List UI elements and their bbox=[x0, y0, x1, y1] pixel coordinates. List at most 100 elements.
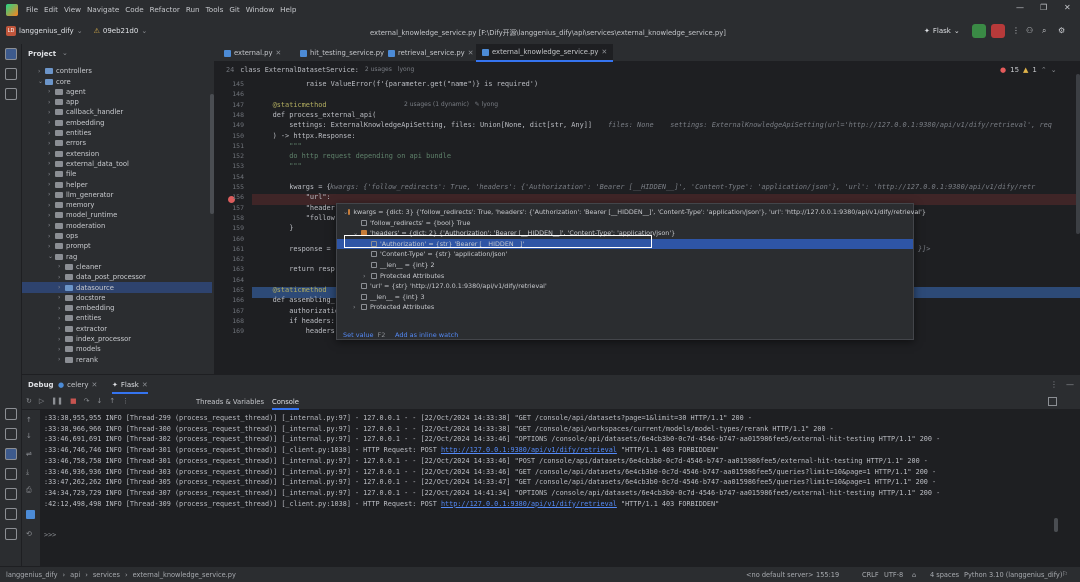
tree-item[interactable]: ›embedding bbox=[22, 303, 212, 314]
chevron-right-icon[interactable]: › bbox=[58, 356, 65, 363]
variable-row[interactable]: 'url' = {str} 'http://127.0.0.1:9380/api… bbox=[337, 281, 913, 291]
menu-item-code[interactable]: Code bbox=[125, 5, 143, 14]
variable-row[interactable]: __len__ = {int} 3 bbox=[337, 292, 913, 302]
tree-item[interactable]: ›helper bbox=[22, 179, 212, 190]
tree-item[interactable]: ›external_data_tool bbox=[22, 159, 212, 170]
variable-row[interactable]: 'Content-Type' = {str} 'application/json… bbox=[337, 249, 913, 259]
interpreter-selector[interactable]: Python 3.10 (langgenius_dify) bbox=[964, 571, 1062, 579]
breadcrumb-item[interactable]: external_knowledge_service.py bbox=[133, 571, 236, 579]
code-line[interactable]: "header bbox=[256, 204, 335, 212]
breadcrumb-item[interactable]: langgenius_dify bbox=[6, 571, 58, 579]
chevron-right-icon[interactable]: › bbox=[58, 294, 65, 301]
stop-icon[interactable]: ■ bbox=[70, 397, 77, 405]
variable-row[interactable]: ›Protected Attributes bbox=[337, 271, 913, 281]
lock-icon[interactable]: ⌂ bbox=[912, 571, 916, 579]
menu-item-file[interactable]: File bbox=[26, 5, 38, 14]
menu-item-navigate[interactable]: Navigate bbox=[87, 5, 119, 14]
tree-item[interactable]: ›model_runtime bbox=[22, 210, 212, 221]
add-inline-watch-link[interactable]: Add as inline watch bbox=[395, 331, 458, 339]
print-icon[interactable]: ⎙ bbox=[26, 486, 32, 495]
menu-item-edit[interactable]: Edit bbox=[44, 5, 58, 14]
code-line[interactable]: return resp bbox=[256, 265, 335, 273]
project-tool-icon[interactable] bbox=[5, 48, 17, 60]
code-line[interactable]: response = bbox=[256, 245, 335, 253]
debug-tab-celery[interactable]: ●celery✕ bbox=[58, 381, 97, 389]
breadcrumb-item[interactable]: services bbox=[93, 571, 120, 579]
tree-item[interactable]: ›models bbox=[22, 344, 212, 355]
cursor-position[interactable]: 155:19 bbox=[816, 571, 839, 579]
chevron-right-icon[interactable]: › bbox=[58, 325, 65, 332]
variable-row[interactable]: ⌄kwargs = {dict: 3} {'follow_redirects':… bbox=[337, 207, 913, 217]
maximize-icon[interactable]: ❐ bbox=[1040, 3, 1047, 12]
debug-tab-flask[interactable]: ✦Flask✕ bbox=[112, 381, 148, 394]
python-console-icon[interactable] bbox=[26, 510, 35, 519]
close-icon[interactable]: ✕ bbox=[142, 381, 148, 389]
menu-item-tools[interactable]: Tools bbox=[206, 5, 224, 14]
chevron-down-icon[interactable]: ⌄ bbox=[62, 49, 68, 57]
chevron-right-icon[interactable]: › bbox=[58, 274, 65, 281]
menu-item-git[interactable]: Git bbox=[229, 5, 239, 14]
tree-item[interactable]: ›cleaner bbox=[22, 262, 212, 273]
add-user-icon[interactable]: ⚇ bbox=[1026, 26, 1033, 35]
variable-row[interactable]: 'follow_redirects' = {bool} True bbox=[337, 218, 913, 228]
tab-threads-variables[interactable]: Threads & Variables bbox=[196, 398, 264, 406]
minimize-icon[interactable]: — bbox=[1066, 380, 1074, 389]
code-line[interactable]: "url": bbox=[256, 193, 335, 201]
tree-item[interactable]: ›entities bbox=[22, 128, 212, 139]
step-into-icon[interactable]: ↓ bbox=[97, 397, 103, 405]
close-icon[interactable]: ✕ bbox=[92, 381, 98, 389]
tree-item[interactable]: ⌄rag bbox=[22, 251, 212, 262]
tree-item[interactable]: ›docstore bbox=[22, 293, 212, 304]
soft-wrap-icon[interactable]: ⇌ bbox=[26, 450, 32, 458]
chevron-right-icon[interactable]: › bbox=[48, 233, 55, 240]
code-line[interactable]: raise ValueError(f'{parameter.get("name"… bbox=[256, 80, 538, 88]
code-line[interactable]: if headers: bbox=[256, 317, 335, 325]
chevron-right-icon[interactable]: › bbox=[58, 346, 65, 353]
indent-setting[interactable]: 4 spaces bbox=[930, 571, 959, 579]
code-line[interactable]: ) -> httpx.Response: bbox=[256, 132, 356, 140]
resume-icon[interactable]: ▷ bbox=[39, 397, 44, 405]
git-icon[interactable] bbox=[5, 528, 17, 540]
notifications-icon[interactable]: ⚐ bbox=[1062, 570, 1068, 578]
chevron-right-icon[interactable]: › bbox=[48, 212, 55, 219]
chevron-right-icon[interactable]: › bbox=[58, 336, 65, 343]
tree-item[interactable]: ›memory bbox=[22, 200, 212, 211]
chevron-right-icon[interactable]: › bbox=[48, 171, 55, 178]
gear-icon[interactable]: ⚙ bbox=[1058, 26, 1065, 35]
chevron-right-icon[interactable]: › bbox=[48, 140, 55, 147]
tree-item[interactable]: ›rerank bbox=[22, 354, 212, 365]
tree-item[interactable]: ›extractor bbox=[22, 324, 212, 335]
chevron-right-icon[interactable]: › bbox=[58, 284, 65, 291]
code-line[interactable]: } bbox=[256, 224, 293, 232]
code-line[interactable]: def process_external_api( bbox=[256, 111, 376, 119]
menu-item-refactor[interactable]: Refactor bbox=[150, 5, 180, 14]
tree-item[interactable]: ›llm_generator bbox=[22, 190, 212, 201]
line-separator[interactable]: CRLF bbox=[862, 571, 879, 579]
chevron-right-icon[interactable]: › bbox=[58, 263, 65, 270]
tab-console[interactable]: Console bbox=[272, 398, 299, 410]
editor-scrollbar[interactable] bbox=[1076, 74, 1080, 234]
debug-tool-icon[interactable] bbox=[5, 448, 17, 460]
tree-item[interactable]: ›data_post_processor bbox=[22, 272, 212, 283]
tree-item[interactable]: ›prompt bbox=[22, 241, 212, 252]
log-link[interactable]: http://127.0.0.1:9380/api/v1/dify/retrie… bbox=[441, 500, 617, 508]
run-tool-icon[interactable] bbox=[5, 468, 17, 480]
more-actions-icon[interactable]: ⋮ bbox=[1012, 26, 1020, 35]
file-encoding[interactable]: UTF-8 bbox=[884, 571, 903, 579]
chevron-right-icon[interactable]: › bbox=[48, 243, 55, 250]
tree-item[interactable]: ›index_processor bbox=[22, 334, 212, 345]
chevron-right-icon[interactable]: › bbox=[48, 119, 55, 126]
python-packages-icon[interactable] bbox=[5, 408, 17, 420]
tree-item[interactable]: ›app bbox=[22, 97, 212, 108]
chevron-down-icon[interactable]: ⌄ bbox=[48, 253, 55, 260]
chevron-right-icon[interactable]: › bbox=[58, 315, 65, 322]
rerun-icon[interactable]: ↻ bbox=[26, 397, 32, 405]
tree-item[interactable]: ⌄core bbox=[22, 76, 212, 87]
code-hint[interactable]: 2 usages (1 dynamic) ✎ lyong bbox=[404, 101, 498, 108]
search-icon[interactable]: ⌕ bbox=[1042, 26, 1046, 36]
chevron-right-icon[interactable]: › bbox=[48, 181, 55, 188]
code-line[interactable]: """ bbox=[256, 162, 302, 170]
set-value-link[interactable]: Set value F2 bbox=[343, 331, 385, 339]
tree-item[interactable]: ›extension bbox=[22, 148, 212, 159]
scroll-to-end-icon[interactable]: ⤓ bbox=[26, 468, 29, 477]
